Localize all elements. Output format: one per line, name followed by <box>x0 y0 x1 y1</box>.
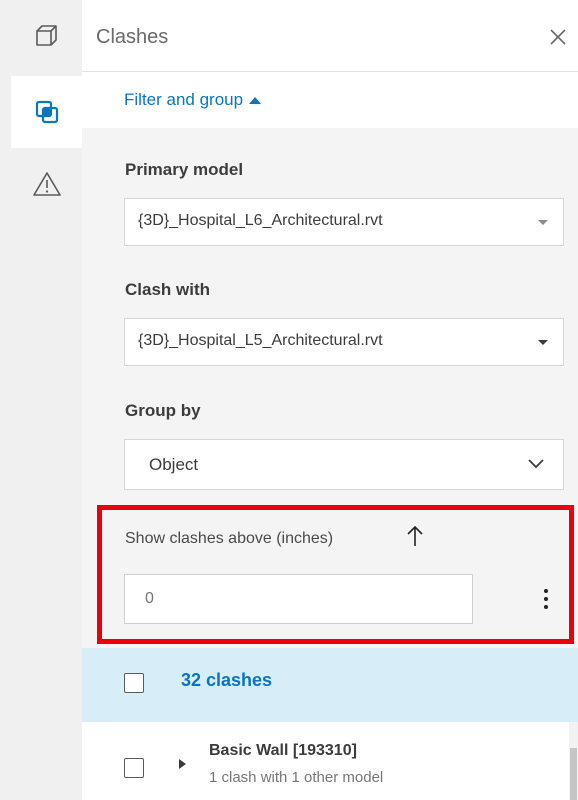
clashes-icon <box>35 100 58 124</box>
arrow-up-icon <box>407 525 423 546</box>
caret-down-icon <box>538 340 548 345</box>
panel-title: Clashes <box>96 26 169 48</box>
chevron-down-icon <box>528 459 544 469</box>
clash-count: 32 clashes <box>181 670 273 690</box>
warning-icon <box>32 172 61 196</box>
filter-bar: Filter and group <box>82 72 578 128</box>
group-by-value: Object <box>149 455 199 474</box>
item-title: Basic Wall [193310] <box>209 742 357 759</box>
select-all-checkbox[interactable] <box>124 673 144 693</box>
rail-issues-button[interactable] <box>11 148 82 220</box>
clash-with-select[interactable]: {3D}_Hospital_L5_Architectural.rvt <box>124 318 564 366</box>
expand-arrow-icon[interactable] <box>179 759 186 769</box>
caret-down-icon <box>538 220 548 225</box>
left-rail <box>0 0 82 800</box>
filter-and-group-toggle[interactable]: Filter and group <box>124 90 262 110</box>
caret-up-icon <box>249 96 262 104</box>
scrollbar-thumb[interactable] <box>570 748 577 800</box>
model-icon <box>35 25 57 46</box>
threshold-label: Show clashes above (inches) <box>125 530 334 547</box>
rail-model-button[interactable] <box>11 0 82 72</box>
panel-header: Clashes <box>82 0 578 72</box>
clash-with-value: {3D}_Hospital_L5_Architectural.rvt <box>138 332 383 349</box>
primary-model-label: Primary model <box>125 160 244 179</box>
item-checkbox[interactable] <box>124 758 144 778</box>
primary-model-value: {3D}_Hospital_L6_Architectural.rvt <box>138 212 383 229</box>
results-summary: 32 clashes <box>82 648 578 722</box>
list-scrollbar[interactable] <box>569 722 578 800</box>
clash-with-label: Clash with <box>125 280 211 299</box>
rail-clashes-button[interactable] <box>11 76 82 148</box>
primary-model-select[interactable]: {3D}_Hospital_L6_Architectural.rvt <box>124 198 564 246</box>
group-by-select[interactable]: Object <box>124 439 564 490</box>
item-subtitle: 1 clash with 1 other model <box>209 769 384 786</box>
threshold-input[interactable] <box>124 574 473 624</box>
clash-list: Basic Wall [193310] 1 clash with 1 other… <box>82 722 578 800</box>
close-icon[interactable] <box>547 26 569 48</box>
filter-and-group-label: Filter and group <box>124 90 244 109</box>
group-by-label: Group by <box>125 401 201 420</box>
more-vertical-icon[interactable] <box>538 584 554 614</box>
